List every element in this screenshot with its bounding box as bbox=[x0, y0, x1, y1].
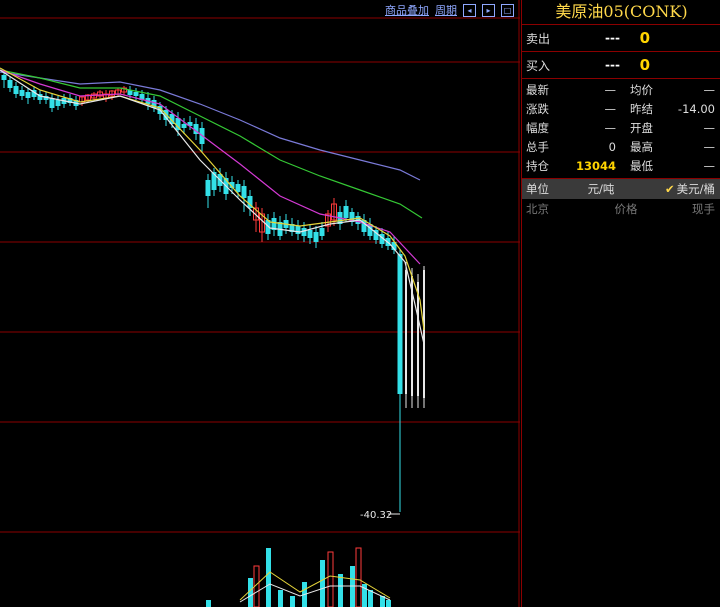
stat-label: 最高 bbox=[630, 140, 653, 154]
ma-line-blue bbox=[0, 71, 421, 181]
unit-option-label: 美元/桶 bbox=[676, 182, 715, 196]
candle-body bbox=[295, 226, 301, 234]
volume-bar bbox=[386, 600, 391, 607]
stat-value: -14.00 bbox=[677, 102, 715, 116]
candle-body bbox=[25, 92, 31, 98]
stat-label: 最低 bbox=[630, 159, 653, 173]
stat-value: — bbox=[703, 121, 716, 135]
chart-grid bbox=[0, 0, 520, 607]
stat-row: 总手 0 最高 — bbox=[522, 138, 720, 157]
stat-row: 涨跌 — 昨结 -14.00 bbox=[522, 100, 720, 119]
unit-option-cny-ton[interactable]: 元/吨 bbox=[566, 179, 636, 199]
min-price-label: -40.32 bbox=[360, 510, 392, 521]
column-market: 北京 bbox=[526, 202, 549, 216]
stat-label: 总手 bbox=[526, 140, 549, 154]
stat-value: — bbox=[703, 140, 716, 154]
volume-ma-yellow bbox=[239, 571, 391, 601]
prev-icon[interactable]: ◂ bbox=[463, 3, 476, 17]
sell-label: 卖出 bbox=[526, 31, 551, 46]
overlay-link[interactable]: 商品叠加 bbox=[385, 2, 429, 18]
buy-volume: 0 bbox=[639, 56, 650, 74]
quote-panel: 美原油05(CONK) 卖出 --- 0 买入 --- 0 最新 — 均价 — … bbox=[521, 0, 720, 607]
candle-body bbox=[397, 254, 403, 394]
candle-body bbox=[13, 86, 19, 94]
candle-body bbox=[241, 186, 247, 198]
volume-bar bbox=[206, 600, 211, 607]
candle-body bbox=[19, 90, 25, 96]
candle-body bbox=[205, 180, 211, 196]
open-interest-value: 13044 bbox=[575, 159, 616, 173]
kline-chart[interactable]: -40.32 bbox=[0, 0, 520, 607]
buy-label: 买入 bbox=[526, 58, 551, 73]
volume-bar bbox=[320, 560, 325, 607]
stat-label: 开盘 bbox=[630, 121, 653, 135]
candle-body bbox=[423, 270, 425, 398]
ma-line-green bbox=[0, 69, 423, 219]
volume-bars bbox=[206, 547, 391, 607]
stat-label: 均价 bbox=[630, 83, 653, 97]
volume-bar bbox=[278, 590, 283, 607]
stat-value: — bbox=[604, 121, 617, 135]
column-current-volume: 现手 bbox=[692, 202, 715, 216]
stat-value: — bbox=[604, 102, 617, 116]
kline-chart-panel[interactable]: -40.32 商品叠加 周期 ◂ ▸ □ bbox=[0, 0, 520, 607]
sell-price: --- bbox=[605, 31, 620, 45]
stat-row: 幅度 — 开盘 — bbox=[522, 119, 720, 138]
trade-list-header: 北京 价格 现手 bbox=[522, 199, 720, 219]
candle-body bbox=[133, 92, 139, 96]
volume-ma-white bbox=[239, 583, 391, 603]
candle-body bbox=[307, 230, 313, 238]
candlesticks bbox=[1, 70, 425, 512]
stat-row: 最新 — 均价 — bbox=[522, 81, 720, 100]
stat-value: — bbox=[604, 83, 617, 97]
stat-row: 持仓 13044 最低 — bbox=[522, 157, 720, 176]
buy-row[interactable]: 买入 --- 0 bbox=[522, 52, 720, 79]
restore-icon[interactable]: □ bbox=[501, 3, 514, 17]
chart-toolbar: 商品叠加 周期 ◂ ▸ □ bbox=[385, 2, 514, 18]
candle-body bbox=[319, 228, 325, 236]
candle-body bbox=[313, 232, 319, 242]
buy-price: --- bbox=[605, 58, 620, 72]
volume-bar bbox=[290, 596, 295, 607]
ma-line-white bbox=[0, 69, 425, 345]
stat-value: 0 bbox=[608, 140, 616, 154]
stat-label: 昨结 bbox=[630, 102, 653, 116]
next-icon[interactable]: ▸ bbox=[482, 3, 495, 17]
check-icon: ✔ bbox=[664, 182, 675, 196]
quote-stats: 最新 — 均价 — 涨跌 — 昨结 -14.00 幅度 — 开盘 — 总手 0 … bbox=[522, 79, 720, 179]
unit-label: 单位 bbox=[526, 182, 549, 196]
sell-row[interactable]: 卖出 --- 0 bbox=[522, 25, 720, 52]
unit-selector: 单位 元/吨 ✔ 美元/桶 bbox=[522, 179, 720, 199]
stat-label: 涨跌 bbox=[526, 102, 549, 116]
stat-label: 幅度 bbox=[526, 121, 549, 135]
candle-body bbox=[417, 282, 419, 396]
unit-option-usd-barrel[interactable]: ✔ 美元/桶 bbox=[636, 179, 720, 199]
sell-volume: 0 bbox=[639, 29, 650, 47]
candle-body bbox=[405, 270, 407, 394]
stat-label: 持仓 bbox=[526, 159, 549, 173]
contract-title: 美原油05(CONK) bbox=[522, 0, 720, 25]
candle-body bbox=[49, 98, 55, 108]
moving-averages bbox=[0, 67, 425, 345]
stat-label: 最新 bbox=[526, 83, 549, 97]
stat-value: — bbox=[703, 83, 716, 97]
volume-bar bbox=[368, 590, 373, 607]
volume-bar bbox=[338, 574, 343, 607]
column-price: 价格 bbox=[614, 202, 638, 216]
period-link[interactable]: 周期 bbox=[435, 2, 457, 18]
candle-body bbox=[55, 100, 61, 106]
stat-value: — bbox=[703, 159, 716, 173]
candle-body bbox=[7, 80, 13, 88]
candle-body bbox=[181, 124, 187, 128]
candle-body bbox=[343, 206, 349, 218]
volume-bar bbox=[266, 548, 271, 607]
candle-body bbox=[1, 75, 7, 80]
